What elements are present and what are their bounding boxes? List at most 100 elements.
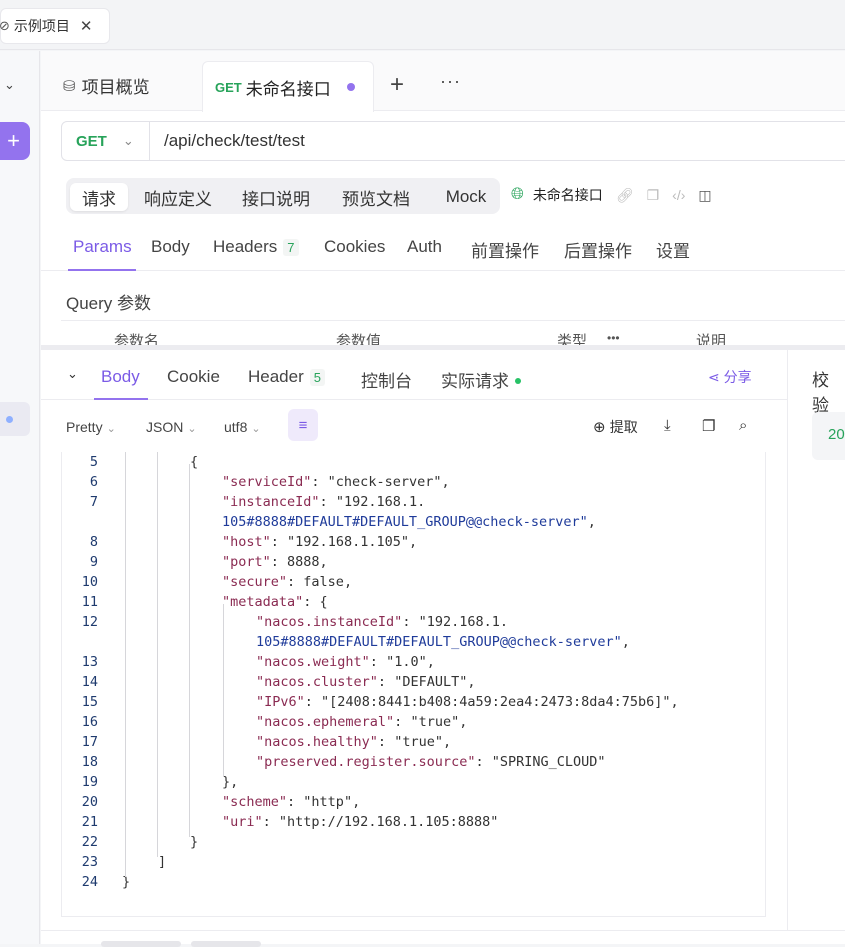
method-select[interactable]: GET ⌄ bbox=[62, 122, 150, 160]
add-tab-button[interactable]: + bbox=[390, 71, 404, 99]
code-text: "nacos.healthy": "true", bbox=[256, 734, 452, 750]
segment-api-desc[interactable]: 接口说明 bbox=[234, 183, 318, 211]
rtab-actual-request[interactable]: 实际请求 bbox=[441, 367, 521, 392]
tab-headers-label: Headers bbox=[213, 237, 278, 256]
line-number: 9 bbox=[89, 554, 98, 570]
tab-headers[interactable]: Headers 7 bbox=[213, 237, 299, 257]
new-button[interactable]: + bbox=[0, 122, 30, 160]
headers-count: 7 bbox=[283, 239, 299, 256]
segment-preview-doc[interactable]: 预览文档 bbox=[334, 183, 418, 211]
status-badge: 20 bbox=[812, 412, 845, 460]
line-number: 14 bbox=[81, 674, 98, 690]
code-line: 11 "metadata": { bbox=[62, 594, 765, 614]
code-line: 9 "port": 8888, bbox=[62, 554, 765, 574]
code-text: "scheme": "http", bbox=[222, 794, 361, 810]
line-number: 19 bbox=[81, 774, 98, 790]
project-tab[interactable]: ⊘ 示例项目 ✕ bbox=[0, 8, 110, 44]
url-input[interactable]: /api/check/test/test bbox=[164, 131, 305, 151]
code-text: "serviceId": "check-server", bbox=[222, 474, 450, 490]
share-button[interactable]: ⋖ 分享 bbox=[708, 367, 752, 387]
left-rail: ⌄ + bbox=[0, 51, 40, 944]
segment-request[interactable]: 请求 bbox=[70, 183, 128, 211]
code-line: 18 "preserved.register.source": "SPRING_C… bbox=[62, 754, 765, 774]
format-select[interactable]: Pretty ⌄ bbox=[66, 419, 116, 435]
code-text: "port": 8888, bbox=[222, 554, 328, 570]
lang-select[interactable]: JSON ⌄ bbox=[146, 419, 197, 435]
copy-icon[interactable]: ❐ bbox=[647, 187, 660, 204]
globe-icon: 🌐︎ bbox=[511, 186, 524, 203]
code-text: { bbox=[190, 454, 199, 470]
code-line: 6 "serviceId": "check-server", bbox=[62, 474, 765, 494]
col-name: 参数名 bbox=[114, 333, 160, 346]
collapse-icon[interactable]: ⌄ bbox=[67, 366, 78, 382]
more-icon[interactable]: ··· bbox=[440, 71, 461, 92]
sidebar-toggle-icon[interactable]: ◫ bbox=[698, 187, 711, 204]
segment-response-def[interactable]: 响应定义 bbox=[136, 183, 220, 211]
code-text: "nacos.instanceId": "192.168.1. bbox=[256, 614, 508, 630]
tab-overview[interactable]: ⛁ 项目概览 bbox=[63, 73, 150, 98]
close-icon[interactable]: ✕ bbox=[80, 17, 93, 35]
rtab-cookie[interactable]: Cookie bbox=[167, 367, 220, 387]
code-viewer[interactable]: 5{6 "serviceId": "check-server", 7 "instanc… bbox=[61, 452, 766, 917]
chevron-down-icon[interactable]: ⌄ bbox=[4, 77, 15, 93]
code-text: "instanceId": "192.168.1. bbox=[222, 494, 426, 510]
status-dot-icon bbox=[515, 378, 521, 384]
line-number: 11 bbox=[81, 594, 98, 610]
tab-post-ops[interactable]: 后置操作 bbox=[564, 237, 632, 262]
code-text: } bbox=[122, 874, 131, 890]
tab-params[interactable]: Params bbox=[73, 237, 132, 257]
chevron-down-icon: ⌄ bbox=[251, 423, 261, 435]
response-toolbar: Pretty ⌄ JSON ⌄ utf8 ⌄ ⊕ 提取 ⤓ ❐ ⌕ bbox=[41, 400, 787, 456]
plus-icon: + bbox=[7, 128, 20, 153]
line-number: 22 bbox=[81, 834, 98, 850]
tab-unnamed-api[interactable]: GET 未命名接口 bbox=[202, 61, 374, 112]
code-text: } bbox=[190, 834, 199, 850]
method-label: GET bbox=[76, 132, 107, 150]
wrap-lines-button[interactable]: ≡ bbox=[288, 409, 318, 441]
code-text: "metadata": { bbox=[222, 594, 328, 610]
line-number: 18 bbox=[81, 754, 98, 770]
rtab-console[interactable]: 控制台 bbox=[361, 367, 412, 392]
line-number: 10 bbox=[81, 574, 98, 590]
bottom-tab[interactable] bbox=[101, 941, 181, 947]
tab-bar: ⛁ 项目概览 GET 未命名接口 + ··· bbox=[41, 51, 845, 112]
request-segments: 请求 响应定义 接口说明 预览文档 Mock bbox=[66, 178, 500, 214]
validation-title: 校验 bbox=[812, 371, 829, 415]
rtab-header-label: Header bbox=[248, 367, 304, 386]
code-text: "host": "192.168.1.105", bbox=[222, 534, 418, 550]
extract-button[interactable]: ⊕ 提取 bbox=[593, 417, 638, 437]
code-icon[interactable]: ‹/› bbox=[672, 187, 685, 203]
tab-cookies[interactable]: Cookies bbox=[324, 237, 385, 257]
code-line: 10 "secure": false, bbox=[62, 574, 765, 594]
doc-info: 🌐︎ 未命名接口 🔗︎ ❐ ‹/› ◫ bbox=[511, 185, 712, 205]
wrap-icon: ≡ bbox=[298, 416, 308, 434]
rtab-body[interactable]: Body bbox=[101, 367, 140, 387]
tab-auth[interactable]: Auth bbox=[407, 237, 442, 257]
copy-icon[interactable]: ❐ bbox=[702, 417, 715, 435]
tab-settings[interactable]: 设置 bbox=[656, 237, 690, 262]
query-params-title: Query 参数 bbox=[66, 294, 152, 313]
tab-body[interactable]: Body bbox=[151, 237, 190, 257]
code-line: 20 "scheme": "http", bbox=[62, 794, 765, 814]
indent-guide bbox=[223, 604, 224, 777]
code-text: ] bbox=[158, 854, 167, 870]
link-icon[interactable]: 🔗︎ bbox=[616, 187, 634, 204]
extract-label: 提取 bbox=[609, 419, 638, 435]
rtab-header[interactable]: Header 5 bbox=[248, 367, 325, 387]
code-line: 5{ bbox=[62, 454, 765, 474]
query-table-header: 参数名 参数值 类型 ••• 说明 bbox=[61, 320, 845, 346]
search-icon[interactable]: ⌕ bbox=[739, 417, 747, 434]
segment-mock[interactable]: Mock bbox=[436, 183, 496, 211]
encoding-select[interactable]: utf8 ⌄ bbox=[224, 419, 261, 435]
indent-guide bbox=[157, 452, 158, 857]
tab-pre-ops[interactable]: 前置操作 bbox=[471, 237, 539, 262]
bottom-tab[interactable] bbox=[191, 941, 261, 947]
indent-guide bbox=[189, 464, 190, 837]
code-text: "nacos.cluster": "DEFAULT", bbox=[256, 674, 476, 690]
download-icon[interactable]: ⤓ bbox=[664, 417, 671, 434]
rail-item-selected[interactable] bbox=[0, 402, 30, 436]
code-text: "nacos.ephemeral": "true", bbox=[256, 714, 468, 730]
project-tab-label: 示例项目 bbox=[13, 18, 70, 34]
resize-handle-icon[interactable]: ••• bbox=[607, 331, 620, 345]
main-panel: ⛁ 项目概览 GET 未命名接口 + ··· GET ⌄ /api/check/… bbox=[41, 51, 845, 944]
